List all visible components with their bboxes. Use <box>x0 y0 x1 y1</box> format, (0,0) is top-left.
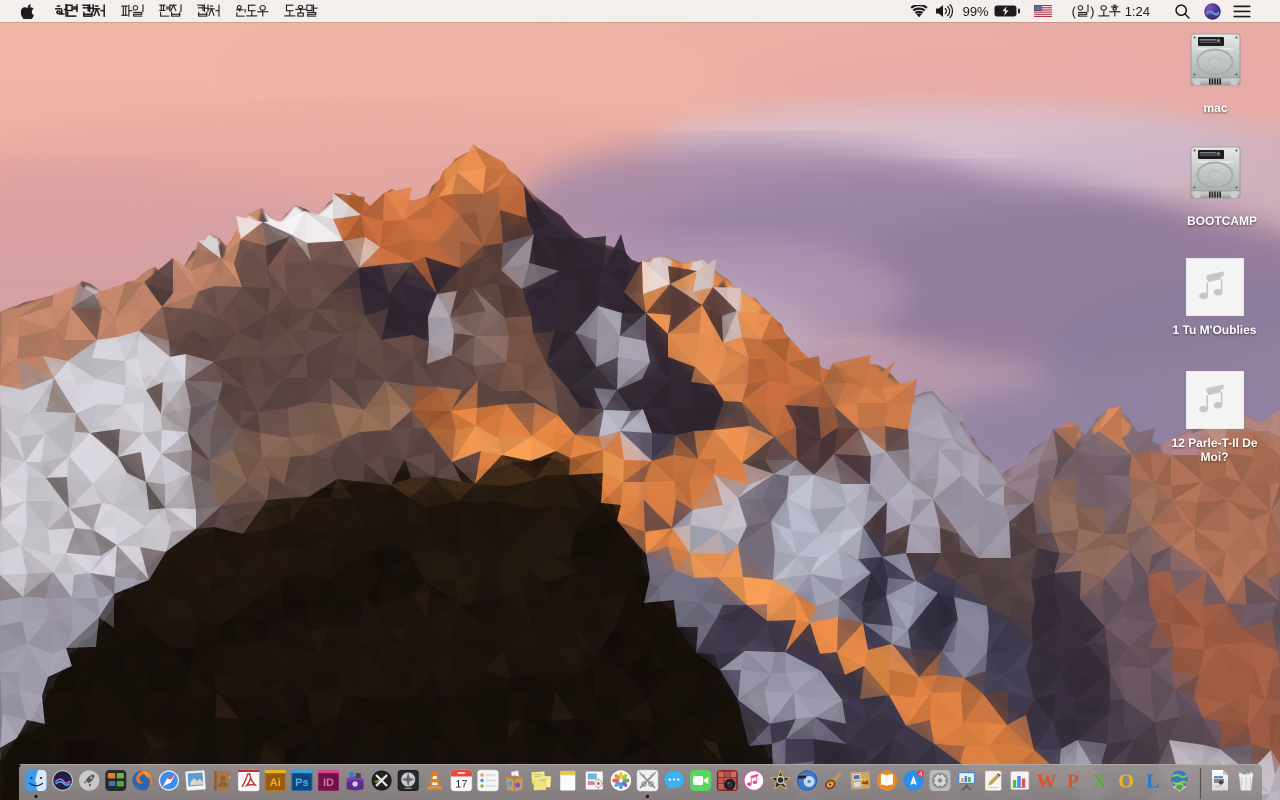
svg-text:O: O <box>1118 771 1134 793</box>
svg-text:X: X <box>1092 771 1107 793</box>
svg-text:W: W <box>1036 771 1056 793</box>
svg-text:L: L <box>1146 771 1159 793</box>
svg-text:P: P <box>1067 771 1079 793</box>
svg-text:Ps: Ps <box>295 777 308 789</box>
svg-text:ID: ID <box>323 777 334 789</box>
svg-text:17: 17 <box>455 779 467 791</box>
svg-text:Ai: Ai <box>270 777 281 789</box>
